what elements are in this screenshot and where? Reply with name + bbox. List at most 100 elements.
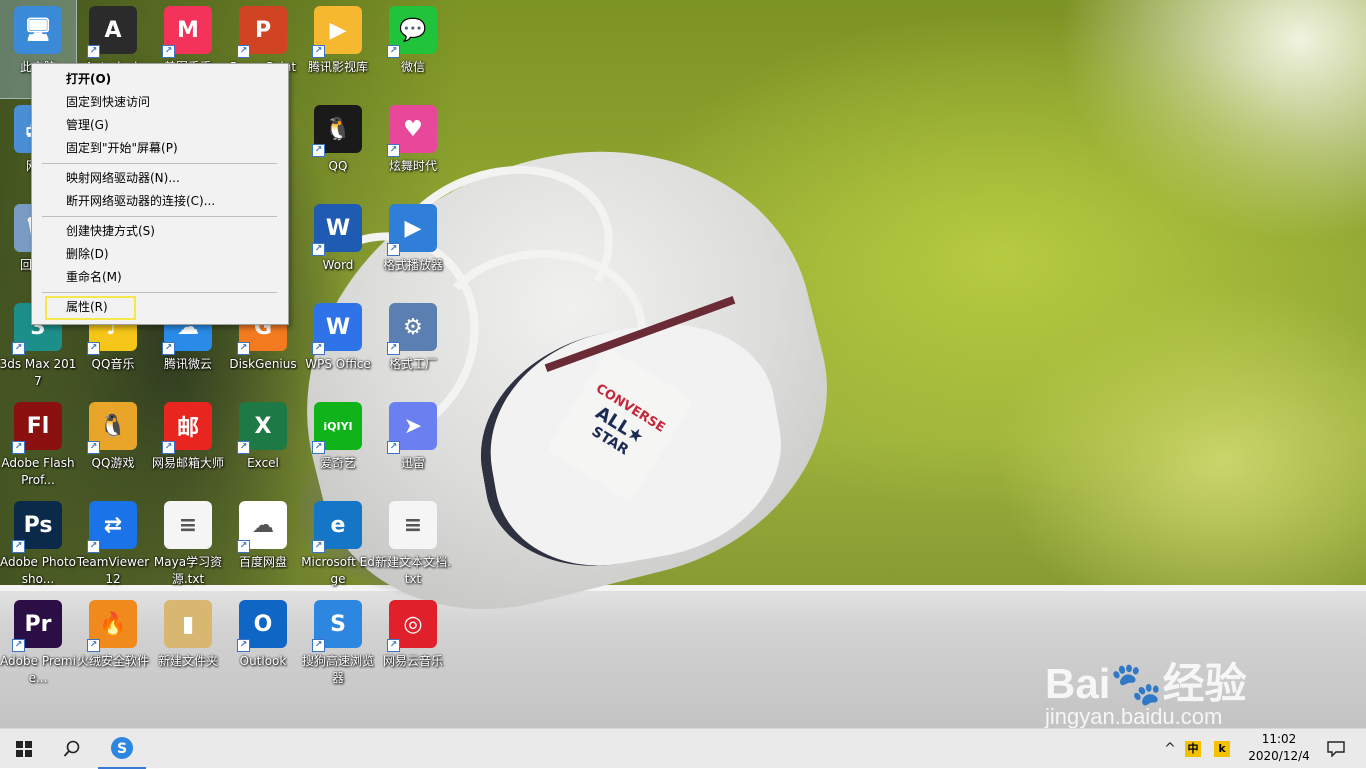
search-icon <box>63 740 80 757</box>
menu-item-pin-start[interactable]: 固定到"开始"屏幕(P) <box>34 137 284 159</box>
shortcut-arrow-icon: ↗ <box>312 342 325 355</box>
shortcut-arrow-icon: ↗ <box>87 342 100 355</box>
menu-item-create-shortcut[interactable]: 创建快捷方式(S) <box>34 220 284 242</box>
app-icon: M ↗ <box>162 6 212 58</box>
svg-text:S: S <box>117 741 127 757</box>
desktop-icon[interactable]: 💬 ↗ 微信 <box>375 0 451 98</box>
desktop-icon[interactable]: ≡ Maya学习资源.txt <box>150 495 226 593</box>
app-icon: S ↗ <box>312 600 362 652</box>
desktop-icon-label: 格式工厂 <box>388 357 437 371</box>
menu-item-delete[interactable]: 删除(D) <box>34 243 284 265</box>
context-menu: 打开(O) 固定到快速访问 管理(G) 固定到"开始"屏幕(P) 映射网络驱动器… <box>31 63 289 325</box>
desktop-icon-label: Word <box>322 258 354 272</box>
menu-item-open[interactable]: 打开(O) <box>34 68 284 90</box>
desktop-icon[interactable]: ⚙ ↗ 格式工厂 <box>375 297 451 395</box>
clock-date: 2020/12/4 <box>1248 749 1310 763</box>
start-button[interactable] <box>0 729 48 769</box>
search-button[interactable] <box>48 729 96 769</box>
desktop-icon[interactable]: ➤ ↗ 迅雷 <box>375 396 451 494</box>
desktop-icon[interactable]: ⇄ ↗ TeamViewer 12 <box>75 495 151 593</box>
shortcut-arrow-icon: ↗ <box>237 540 250 553</box>
desktop-icon[interactable]: 邮 ↗ 网易邮箱大师 <box>150 396 226 494</box>
shortcut-arrow-icon: ↗ <box>162 342 175 355</box>
menu-item-disconnect-drive[interactable]: 断开网络驱动器的连接(C)... <box>34 190 284 212</box>
menu-separator <box>42 216 277 217</box>
ime-k-indicator[interactable]: k <box>1214 741 1230 757</box>
desktop-icon-label: 新建文本文档.txt <box>375 555 451 586</box>
desktop-icon[interactable]: W ↗ Word <box>300 198 376 296</box>
shortcut-arrow-icon: ↗ <box>387 144 400 157</box>
sogou-browser-icon: S <box>111 737 133 759</box>
tray-overflow-chevron[interactable]: ^ <box>1160 729 1180 769</box>
taskbar-app-sogou[interactable]: S <box>98 729 146 769</box>
shortcut-arrow-icon: ↗ <box>387 639 400 652</box>
menu-item-map-drive[interactable]: 映射网络驱动器(N)... <box>34 167 284 189</box>
desktop-icon-label: 火绒安全软件 <box>76 654 149 668</box>
desktop-icon[interactable]: ≡ 新建文本文档.txt <box>375 495 451 593</box>
desktop-icon[interactable]: 🐧 ↗ QQ <box>300 99 376 197</box>
app-icon: ☁ ↗ <box>237 501 287 553</box>
app-icon: 🖥 <box>14 6 62 54</box>
desktop-icon-label: 腾讯微云 <box>163 357 212 371</box>
desktop-icon-label: Outlook <box>239 654 287 668</box>
app-icon: ➤ ↗ <box>387 402 437 454</box>
shortcut-arrow-icon: ↗ <box>87 441 100 454</box>
desktop-icon[interactable]: S ↗ 搜狗高速浏览器 <box>300 594 376 692</box>
desktop-icon[interactable]: e ↗ Microsoft Edge <box>300 495 376 593</box>
ime-chinese-indicator[interactable]: 中 <box>1185 741 1201 757</box>
shortcut-arrow-icon: ↗ <box>87 45 100 58</box>
shortcut-arrow-icon: ↗ <box>162 45 175 58</box>
app-icon: A ↗ <box>87 6 137 58</box>
app-icon: X ↗ <box>237 402 287 454</box>
desktop-icon[interactable]: ▶ ↗ 格式播放器 <box>375 198 451 296</box>
desktop-icon[interactable]: ♥ ↗ 炫舞时代 <box>375 99 451 197</box>
desktop-icon-label: 爱奇艺 <box>319 456 356 470</box>
shortcut-arrow-icon: ↗ <box>312 243 325 256</box>
shortcut-arrow-icon: ↗ <box>12 540 25 553</box>
shortcut-arrow-icon: ↗ <box>312 540 325 553</box>
desktop-icon[interactable]: ▶ ↗ 腾讯影视库 <box>300 0 376 98</box>
desktop-icon-label: 网易云音乐 <box>382 654 443 668</box>
baidu-jingyan-watermark: Bai🐾经验 jingyan.baidu.com <box>1045 620 1295 730</box>
desktop-icon-label: 3ds Max 2017 <box>0 357 77 388</box>
desktop-icon-label: QQ游戏 <box>91 456 135 470</box>
menu-item-manage[interactable]: 管理(G) <box>34 114 284 136</box>
taskbar-clock[interactable]: 11:02 2020/12/4 <box>1246 731 1312 765</box>
app-icon: 邮 ↗ <box>162 402 212 454</box>
app-icon: ♥ ↗ <box>387 105 437 157</box>
desktop-icon-label: QQ <box>328 159 348 173</box>
shortcut-arrow-icon: ↗ <box>237 639 250 652</box>
shortcut-arrow-icon: ↗ <box>12 342 25 355</box>
shortcut-arrow-icon: ↗ <box>237 342 250 355</box>
desktop-icon[interactable]: Fl ↗ Adobe Flash Prof... <box>0 396 76 494</box>
shortcut-arrow-icon: ↗ <box>387 45 400 58</box>
shortcut-arrow-icon: ↗ <box>312 144 325 157</box>
shortcut-arrow-icon: ↗ <box>12 639 25 652</box>
app-icon: ▶ ↗ <box>312 6 362 58</box>
shortcut-arrow-icon: ↗ <box>87 639 100 652</box>
desktop-icon[interactable]: ◎ ↗ 网易云音乐 <box>375 594 451 692</box>
desktop-icon[interactable]: 🔥 ↗ 火绒安全软件 <box>75 594 151 692</box>
desktop-icon[interactable]: W ↗ WPS Office <box>300 297 376 395</box>
properties-highlight-box <box>45 296 136 320</box>
desktop-icon[interactable]: 🐧 ↗ QQ游戏 <box>75 396 151 494</box>
desktop-icon[interactable]: iQIYI ↗ 爱奇艺 <box>300 396 376 494</box>
menu-separator <box>42 292 277 293</box>
action-center-button[interactable] <box>1318 729 1354 769</box>
menu-item-rename[interactable]: 重命名(M) <box>34 266 284 288</box>
desktop-icon-label: 迅雷 <box>400 456 425 470</box>
desktop-icon-label: 新建文件夹 <box>157 654 218 668</box>
desktop-icon[interactable]: X ↗ Excel <box>225 396 301 494</box>
shortcut-arrow-icon: ↗ <box>387 441 400 454</box>
desktop-icon[interactable]: Ps ↗ Adobe Photosho... <box>0 495 76 593</box>
desktop-icon-label: Maya学习资源.txt <box>153 555 223 586</box>
desktop-icon-label: TeamViewer 12 <box>76 555 150 586</box>
desktop-icon[interactable]: O ↗ Outlook <box>225 594 301 692</box>
desktop-icon[interactable]: ▮ 新建文件夹 <box>150 594 226 692</box>
menu-item-pin-quick-access[interactable]: 固定到快速访问 <box>34 91 284 113</box>
desktop-icon-label: WPS Office <box>305 357 371 371</box>
shortcut-arrow-icon: ↗ <box>87 540 100 553</box>
app-icon: 🐧 ↗ <box>87 402 137 454</box>
desktop-icon[interactable]: Pr ↗ Adobe Premie... <box>0 594 76 692</box>
desktop-icon[interactable]: ☁ ↗ 百度网盘 <box>225 495 301 593</box>
